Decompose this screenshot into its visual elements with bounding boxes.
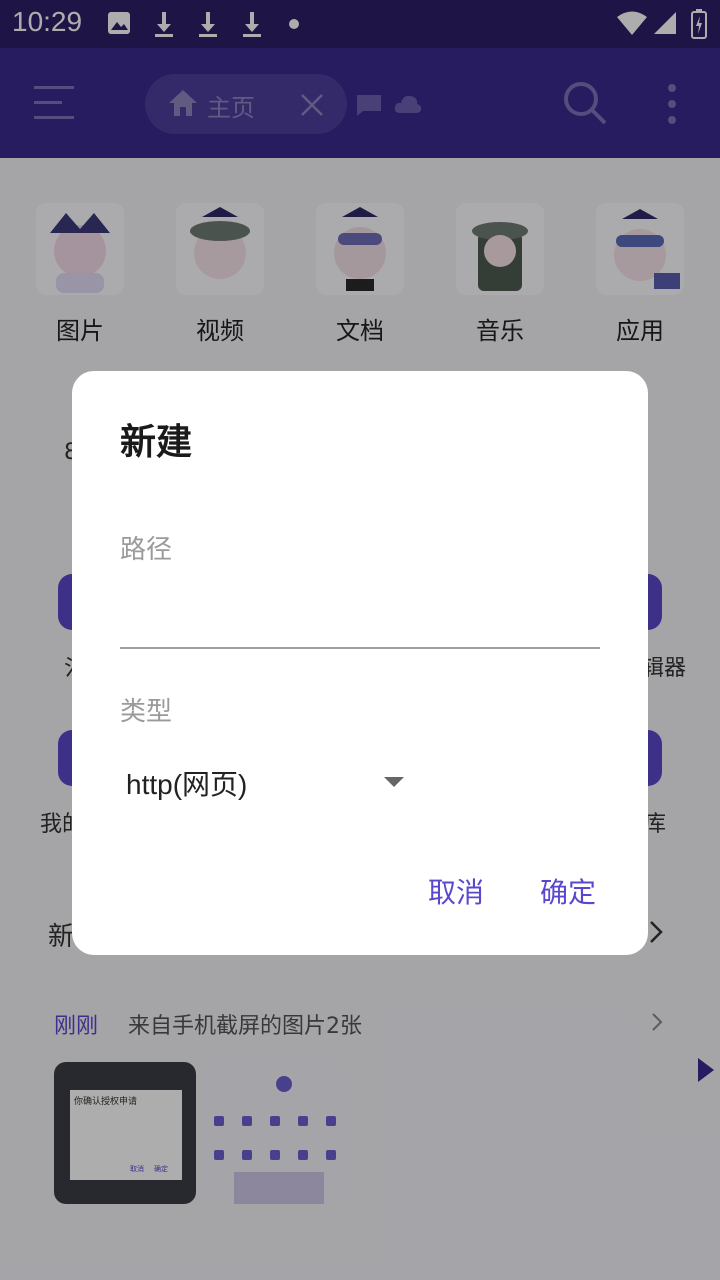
dialog-title: 新建 [120, 422, 193, 463]
type-dropdown-value: http(网页) [126, 769, 248, 800]
confirm-button[interactable]: 确定 [540, 871, 596, 911]
path-input[interactable] [120, 577, 600, 649]
type-dropdown[interactable]: http(网页) [120, 747, 420, 817]
path-label: 路径 [120, 535, 173, 565]
type-label: 类型 [120, 697, 173, 727]
dropdown-arrow-icon [384, 777, 404, 787]
cancel-button[interactable]: 取消 [428, 871, 484, 911]
new-item-dialog: 新建 路径 类型 http(网页) 取消 确定 [72, 371, 648, 955]
